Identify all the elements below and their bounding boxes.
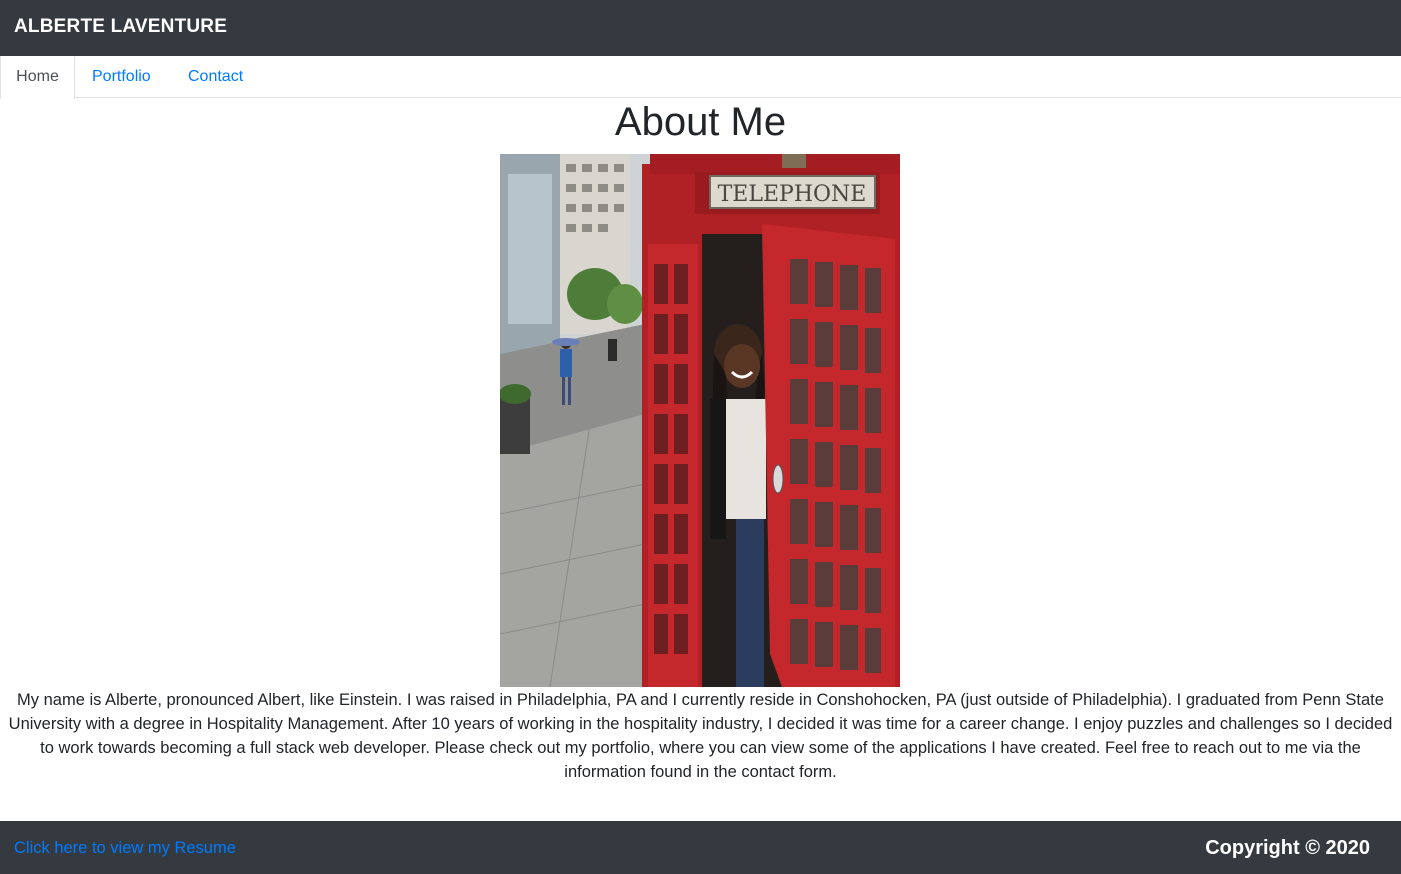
copyright-text: Copyright © 2020 [1205,837,1370,859]
telephone-sign: TELEPHONE [718,182,867,207]
resume-link[interactable]: Click here to view my Resume [14,839,236,858]
tab-home[interactable]: Home [0,56,75,99]
profile-photo: TELEPHONE [500,154,900,687]
about-paragraph: My name is Alberte, pronounced Albert, l… [8,691,1393,781]
top-navbar: ALBERTE LAVENTURE [0,0,1401,56]
footer: Click here to view my Resume Copyright ©… [0,821,1401,874]
tab-portfolio[interactable]: Portfolio [92,56,151,98]
brand-title[interactable]: ALBERTE LAVENTURE [14,16,227,38]
page-title: About Me [614,100,787,144]
tab-contact[interactable]: Contact [188,56,243,98]
nav-tabs: Home Portfolio Contact [0,56,1401,99]
